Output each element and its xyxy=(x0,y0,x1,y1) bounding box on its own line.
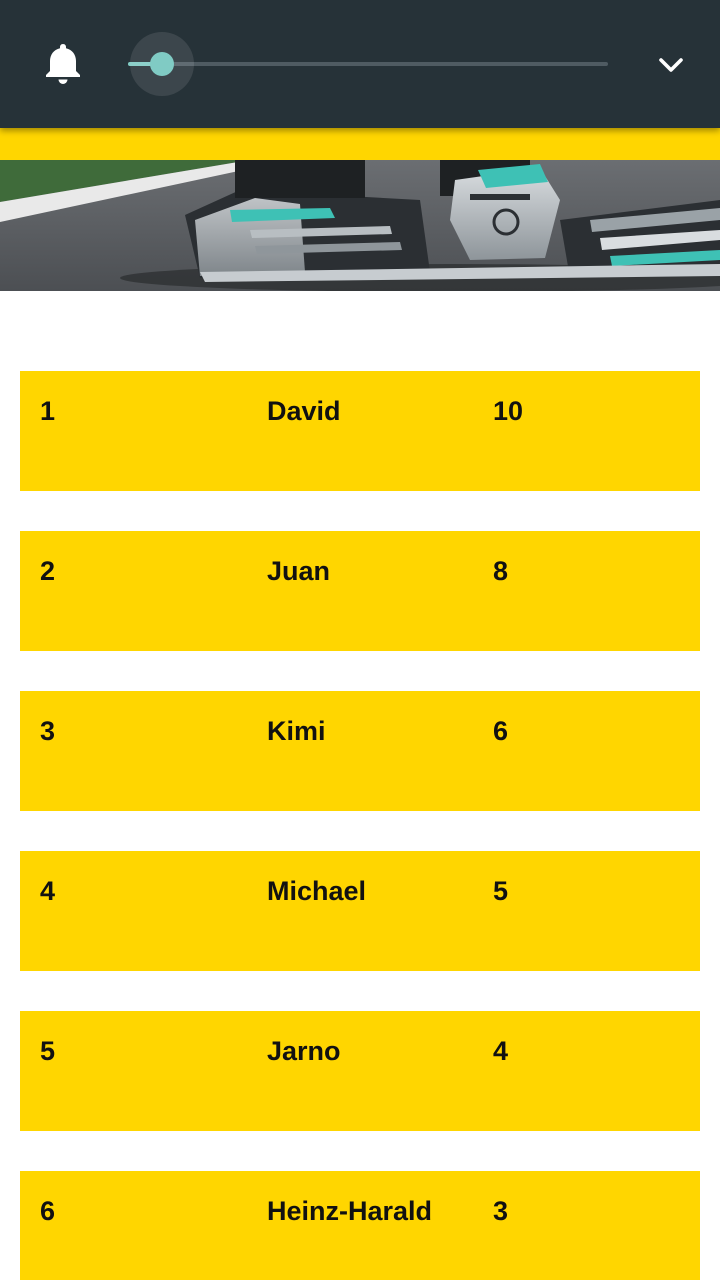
points-cell: 3 xyxy=(493,1196,509,1226)
standings-row[interactable]: 4 Michael 5 xyxy=(20,851,700,971)
driver-name-cell: David xyxy=(267,396,341,426)
position-cell: 3 xyxy=(40,716,56,746)
standings-row[interactable]: 1 David 10 xyxy=(20,371,700,491)
position-cell: 5 xyxy=(40,1036,56,1066)
bell-icon[interactable] xyxy=(42,42,84,86)
points-cell: 8 xyxy=(493,556,509,586)
standings-row[interactable]: 2 Juan 8 xyxy=(20,531,700,651)
points-cell: 5 xyxy=(493,876,509,906)
position-cell: 2 xyxy=(40,556,56,586)
points-cell: 10 xyxy=(493,396,524,426)
slider-thumb[interactable] xyxy=(150,52,174,76)
standings-row[interactable]: 3 Kimi 6 xyxy=(20,691,700,811)
progress-slider[interactable] xyxy=(128,32,608,96)
driver-name-cell: Jarno xyxy=(267,1036,341,1066)
app-screen: 1 David 10 2 Juan 8 3 Kimi 6 4 Michael 5… xyxy=(0,0,720,1280)
position-cell: 6 xyxy=(40,1196,56,1226)
driver-name-cell: Kimi xyxy=(267,716,326,746)
header-accent-strip xyxy=(0,128,720,160)
position-cell: 4 xyxy=(40,876,56,906)
points-cell: 4 xyxy=(493,1036,509,1066)
driver-name-cell: Michael xyxy=(267,876,367,906)
standings-row[interactable]: 6 Heinz-Harald 3 xyxy=(20,1171,700,1280)
driver-name-cell: Juan xyxy=(267,556,331,586)
top-app-bar xyxy=(0,0,720,128)
position-cell: 1 xyxy=(40,396,56,426)
chevron-down-icon[interactable] xyxy=(656,50,686,80)
points-cell: 6 xyxy=(493,716,509,746)
standings-row[interactable]: 5 Jarno 4 xyxy=(20,1011,700,1131)
driver-name-cell: Heinz-Harald xyxy=(267,1196,433,1226)
slider-track xyxy=(128,62,608,66)
hero-image xyxy=(0,160,720,291)
